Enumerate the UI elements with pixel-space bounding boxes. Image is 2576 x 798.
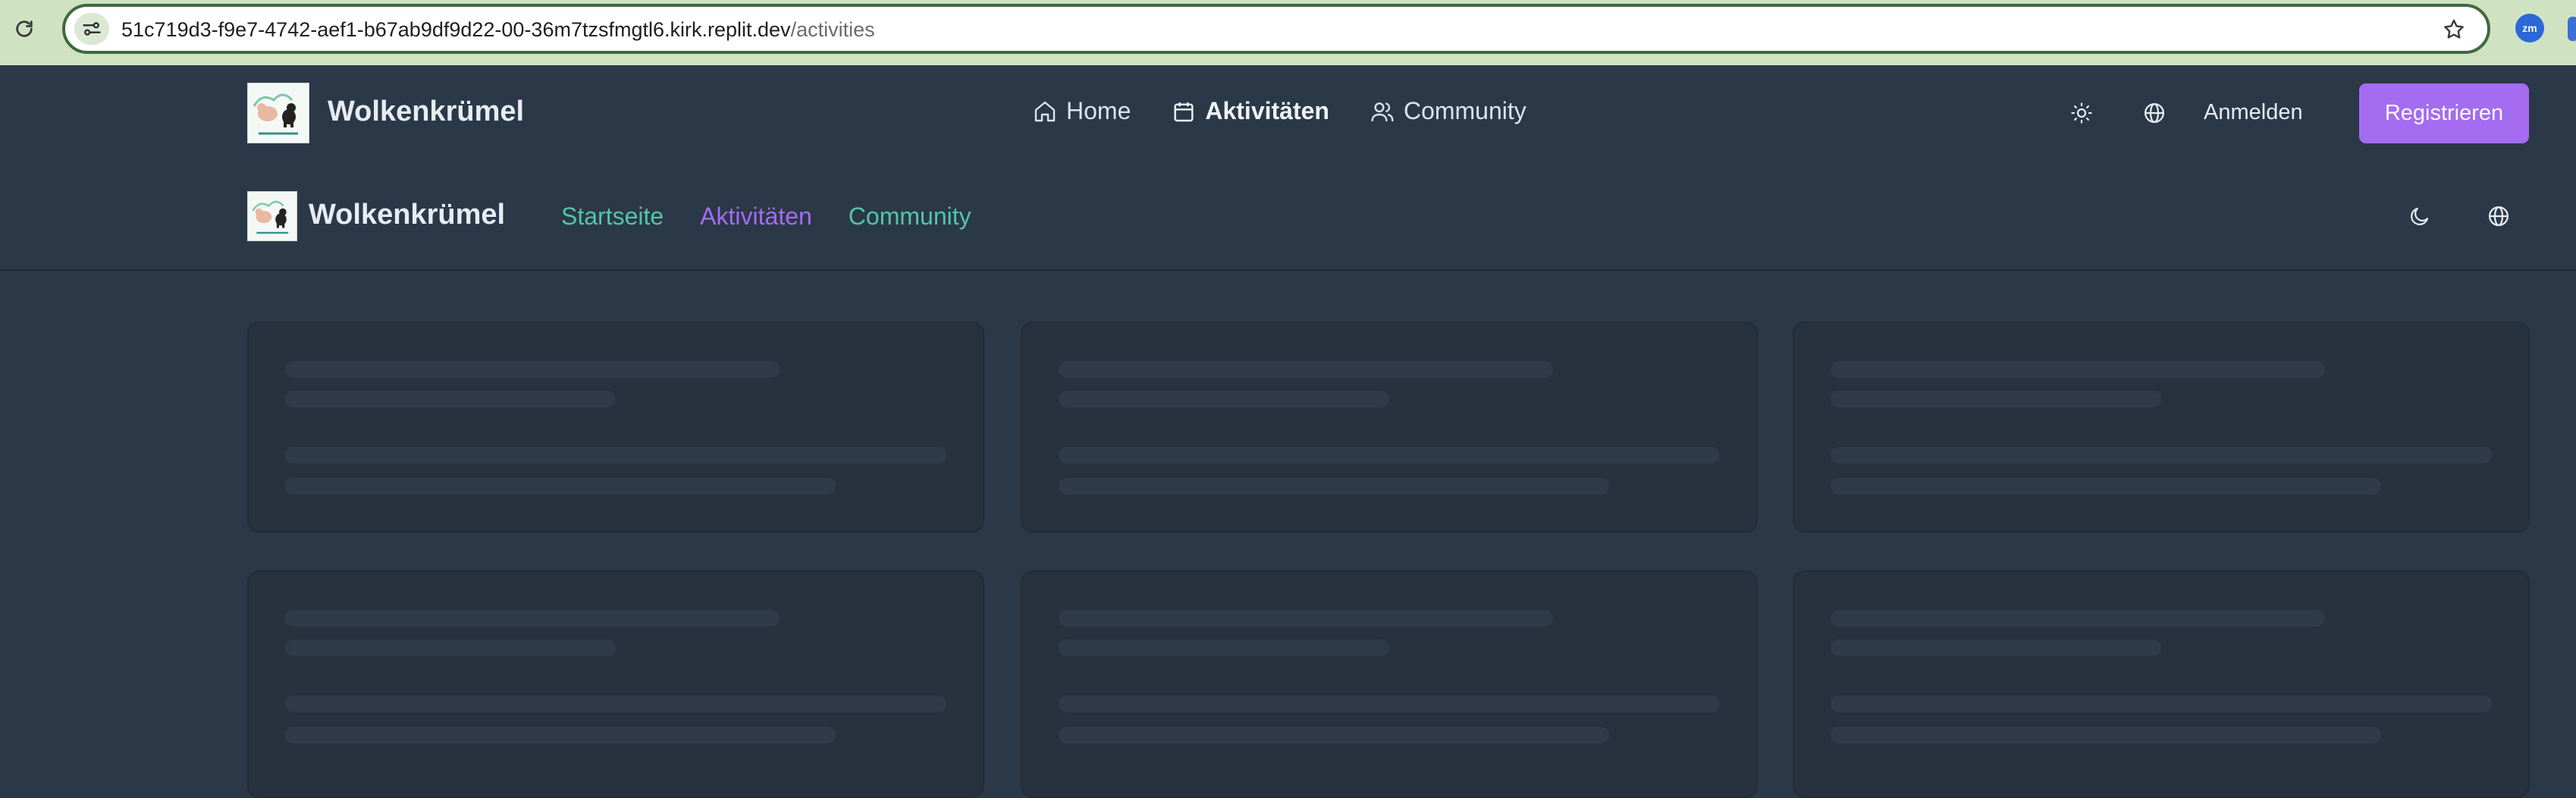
- skeleton-line: [1831, 447, 2492, 463]
- skeleton-line: [1831, 391, 2161, 407]
- skeleton-card: [1021, 322, 1758, 533]
- skeleton-line: [1831, 696, 2492, 712]
- users-icon: [1371, 102, 1394, 121]
- url-host: 51c719d3-f9e7-4742-aef1-b67ab9df9d22-00-…: [121, 18, 791, 41]
- extension-label: zm: [2522, 22, 2537, 34]
- skeleton-line: [1059, 361, 1553, 378]
- skeleton-line: [1831, 610, 2325, 627]
- nav-startseite[interactable]: Startseite: [561, 203, 664, 231]
- secondary-nav: Startseite Aktivitäten Community: [561, 203, 971, 231]
- globe-icon[interactable]: [2140, 99, 2169, 127]
- skeleton-line: [1059, 447, 1720, 463]
- register-button[interactable]: Registrieren: [2359, 83, 2529, 143]
- skeleton-line: [1831, 727, 2381, 743]
- skeleton-card: [1021, 570, 1758, 798]
- browser-toolbar: 51c719d3-f9e7-4742-aef1-b67ab9df9d22-00-…: [0, 0, 2576, 65]
- skeleton-line: [1059, 478, 1609, 495]
- skeleton-line: [1831, 639, 2161, 656]
- skeleton-line: [285, 478, 836, 495]
- skeleton-card: [247, 322, 984, 533]
- skeleton-line: [285, 391, 616, 407]
- moon-icon[interactable]: [2405, 202, 2434, 231]
- address-bar[interactable]: 51c719d3-f9e7-4742-aef1-b67ab9df9d22-00-…: [62, 4, 2490, 54]
- nav-community-secondary[interactable]: Community: [849, 203, 971, 231]
- skeleton-card: [1793, 322, 2530, 533]
- secondary-header: Wolkenkrümel Startseite Aktivitäten Comm…: [0, 161, 2576, 271]
- skeleton-line: [285, 639, 616, 656]
- skeleton-card: [1793, 570, 2530, 798]
- brand-name[interactable]: Wolkenkrümel: [328, 96, 524, 128]
- brand-logo-small[interactable]: [247, 191, 297, 241]
- url-text[interactable]: 51c719d3-f9e7-4742-aef1-b67ab9df9d22-00-…: [121, 18, 875, 42]
- login-button[interactable]: Anmelden: [2204, 100, 2303, 125]
- main-header: Wolkenkrümel Home Aktivitäten Community: [0, 65, 2576, 161]
- skeleton-line: [285, 727, 836, 743]
- primary-nav: Home Aktivitäten Community: [1033, 97, 1526, 125]
- site-info-icon[interactable]: [74, 13, 109, 45]
- nav-aktivitaeten[interactable]: Aktivitäten: [700, 203, 812, 231]
- skeleton-line: [1059, 696, 1720, 712]
- skeleton-card: [247, 570, 984, 798]
- url-path: /activities: [790, 18, 875, 41]
- brand-name-secondary[interactable]: Wolkenkrümel: [309, 199, 505, 231]
- nav-home[interactable]: Home: [1033, 97, 1131, 125]
- calendar-icon: [1174, 102, 1194, 121]
- skeleton-line: [1059, 727, 1609, 743]
- zoom-extension-icon[interactable]: zm: [2515, 14, 2544, 42]
- skeleton-line: [1059, 639, 1389, 656]
- nav-community-label: Community: [1403, 97, 1526, 124]
- nav-home-label: Home: [1066, 97, 1131, 124]
- nav-activities-label: Aktivitäten: [1205, 97, 1329, 124]
- nav-community[interactable]: Community: [1370, 97, 1526, 125]
- skeleton-line: [1831, 478, 2381, 495]
- skeleton-line: [1059, 391, 1389, 407]
- sun-icon[interactable]: [2067, 99, 2096, 127]
- skeleton-line: [285, 696, 946, 712]
- skeleton-line: [1059, 610, 1553, 627]
- bookmark-star-icon[interactable]: [2440, 16, 2468, 43]
- home-icon: [1034, 101, 1056, 121]
- skeleton-line: [285, 447, 946, 463]
- nav-activities[interactable]: Aktivitäten: [1172, 97, 1329, 125]
- extension-icon[interactable]: [2568, 17, 2576, 41]
- globe-icon[interactable]: [2484, 202, 2513, 231]
- skeleton-line: [285, 361, 780, 378]
- skeleton-line: [285, 610, 780, 627]
- reload-icon[interactable]: [11, 15, 38, 42]
- brand-logo[interactable]: [247, 83, 309, 143]
- skeleton-line: [1831, 361, 2325, 378]
